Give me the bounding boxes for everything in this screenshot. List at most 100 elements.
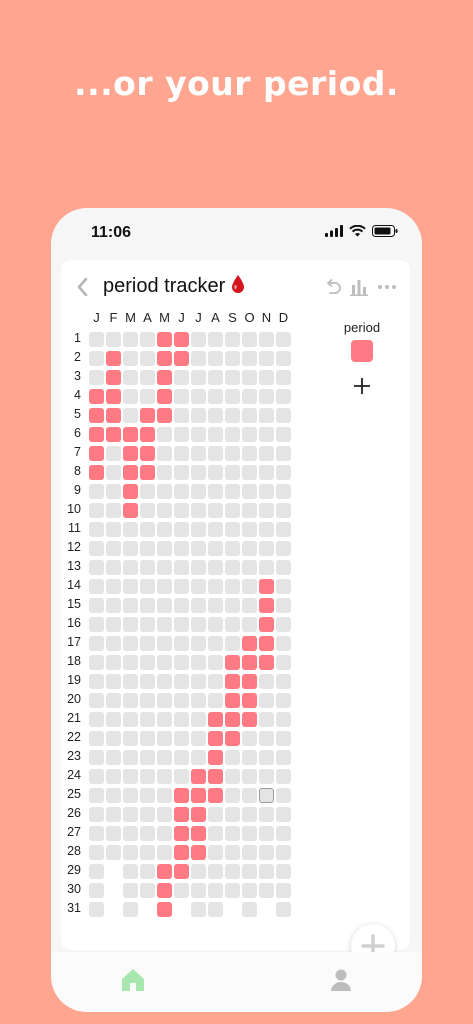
day-cell[interactable] — [242, 883, 257, 898]
day-cell[interactable] — [174, 617, 189, 632]
day-cell[interactable] — [140, 826, 155, 841]
day-cell[interactable] — [157, 902, 172, 917]
day-cell[interactable] — [89, 693, 104, 708]
day-cell[interactable] — [259, 769, 274, 784]
day-cell[interactable] — [123, 826, 138, 841]
day-cell[interactable] — [123, 807, 138, 822]
day-cell[interactable] — [174, 864, 189, 879]
day-cell[interactable] — [123, 617, 138, 632]
day-cell[interactable] — [242, 826, 257, 841]
day-cell[interactable] — [174, 522, 189, 537]
day-cell[interactable] — [242, 864, 257, 879]
day-cell[interactable] — [276, 351, 291, 366]
day-cell[interactable] — [123, 731, 138, 746]
day-cell[interactable] — [174, 446, 189, 461]
day-cell[interactable] — [259, 712, 274, 727]
day-cell[interactable] — [157, 541, 172, 556]
day-cell[interactable] — [106, 845, 121, 860]
day-cell[interactable] — [208, 769, 223, 784]
day-cell[interactable] — [259, 370, 274, 385]
day-cell[interactable] — [208, 845, 223, 860]
day-cell[interactable] — [89, 351, 104, 366]
day-cell[interactable] — [123, 712, 138, 727]
day-cell[interactable] — [174, 636, 189, 651]
day-cell[interactable] — [89, 579, 104, 594]
day-cell[interactable] — [89, 522, 104, 537]
day-cell[interactable] — [140, 408, 155, 423]
day-cell[interactable] — [225, 427, 240, 442]
day-cell[interactable] — [89, 902, 104, 917]
day-cell[interactable] — [208, 712, 223, 727]
day-cell[interactable] — [157, 712, 172, 727]
day-cell[interactable] — [140, 655, 155, 670]
day-cell[interactable] — [123, 902, 138, 917]
day-cell[interactable] — [242, 598, 257, 613]
day-cell[interactable] — [208, 446, 223, 461]
day-cell[interactable] — [276, 484, 291, 499]
day-cell[interactable] — [123, 522, 138, 537]
day-cell[interactable] — [157, 693, 172, 708]
day-cell[interactable] — [276, 902, 291, 917]
day-cell[interactable] — [123, 465, 138, 480]
day-cell[interactable] — [225, 332, 240, 347]
day-cell[interactable] — [123, 864, 138, 879]
day-cell[interactable] — [191, 427, 206, 442]
day-cell[interactable] — [208, 560, 223, 575]
day-cell[interactable] — [140, 370, 155, 385]
day-cell[interactable] — [191, 826, 206, 841]
day-cell[interactable] — [259, 465, 274, 480]
day-cell[interactable] — [140, 522, 155, 537]
day-cell[interactable] — [191, 332, 206, 347]
day-cell[interactable] — [276, 579, 291, 594]
day-cell[interactable] — [157, 465, 172, 480]
day-cell[interactable] — [276, 617, 291, 632]
chevron-left-icon[interactable] — [75, 276, 91, 298]
day-cell[interactable] — [208, 579, 223, 594]
day-cell[interactable] — [174, 826, 189, 841]
day-cell[interactable] — [106, 617, 121, 632]
day-cell[interactable] — [276, 693, 291, 708]
day-cell[interactable] — [225, 522, 240, 537]
day-cell[interactable] — [191, 522, 206, 537]
day-cell[interactable] — [140, 446, 155, 461]
day-cell[interactable] — [191, 693, 206, 708]
day-cell[interactable] — [174, 788, 189, 803]
day-cell[interactable] — [259, 845, 274, 860]
day-cell[interactable] — [276, 465, 291, 480]
day-cell[interactable] — [242, 408, 257, 423]
day-cell[interactable] — [140, 769, 155, 784]
day-cell[interactable] — [276, 864, 291, 879]
day-cell[interactable] — [157, 617, 172, 632]
day-cell[interactable] — [89, 541, 104, 556]
day-cell[interactable] — [242, 902, 257, 917]
day-cell[interactable] — [106, 465, 121, 480]
day-cell[interactable] — [242, 617, 257, 632]
day-cell[interactable] — [242, 788, 257, 803]
day-cell[interactable] — [89, 769, 104, 784]
day-cell[interactable] — [191, 484, 206, 499]
day-cell[interactable] — [140, 788, 155, 803]
more-icon[interactable] — [377, 277, 397, 297]
day-cell[interactable] — [191, 579, 206, 594]
day-cell[interactable] — [276, 427, 291, 442]
day-cell[interactable] — [242, 693, 257, 708]
day-cell[interactable] — [106, 826, 121, 841]
day-cell[interactable] — [89, 864, 104, 879]
day-cell[interactable] — [106, 598, 121, 613]
day-cell[interactable] — [276, 503, 291, 518]
day-cell[interactable] — [191, 560, 206, 575]
day-cell[interactable] — [259, 788, 274, 803]
day-cell[interactable] — [242, 674, 257, 689]
day-cell[interactable] — [191, 788, 206, 803]
day-cell[interactable] — [191, 389, 206, 404]
day-cell[interactable] — [208, 598, 223, 613]
day-cell[interactable] — [225, 807, 240, 822]
day-cell[interactable] — [225, 845, 240, 860]
day-cell[interactable] — [123, 655, 138, 670]
day-cell[interactable] — [157, 389, 172, 404]
day-cell[interactable] — [157, 484, 172, 499]
day-cell[interactable] — [157, 883, 172, 898]
day-cell[interactable] — [174, 560, 189, 575]
day-cell[interactable] — [259, 636, 274, 651]
day-cell[interactable] — [242, 332, 257, 347]
